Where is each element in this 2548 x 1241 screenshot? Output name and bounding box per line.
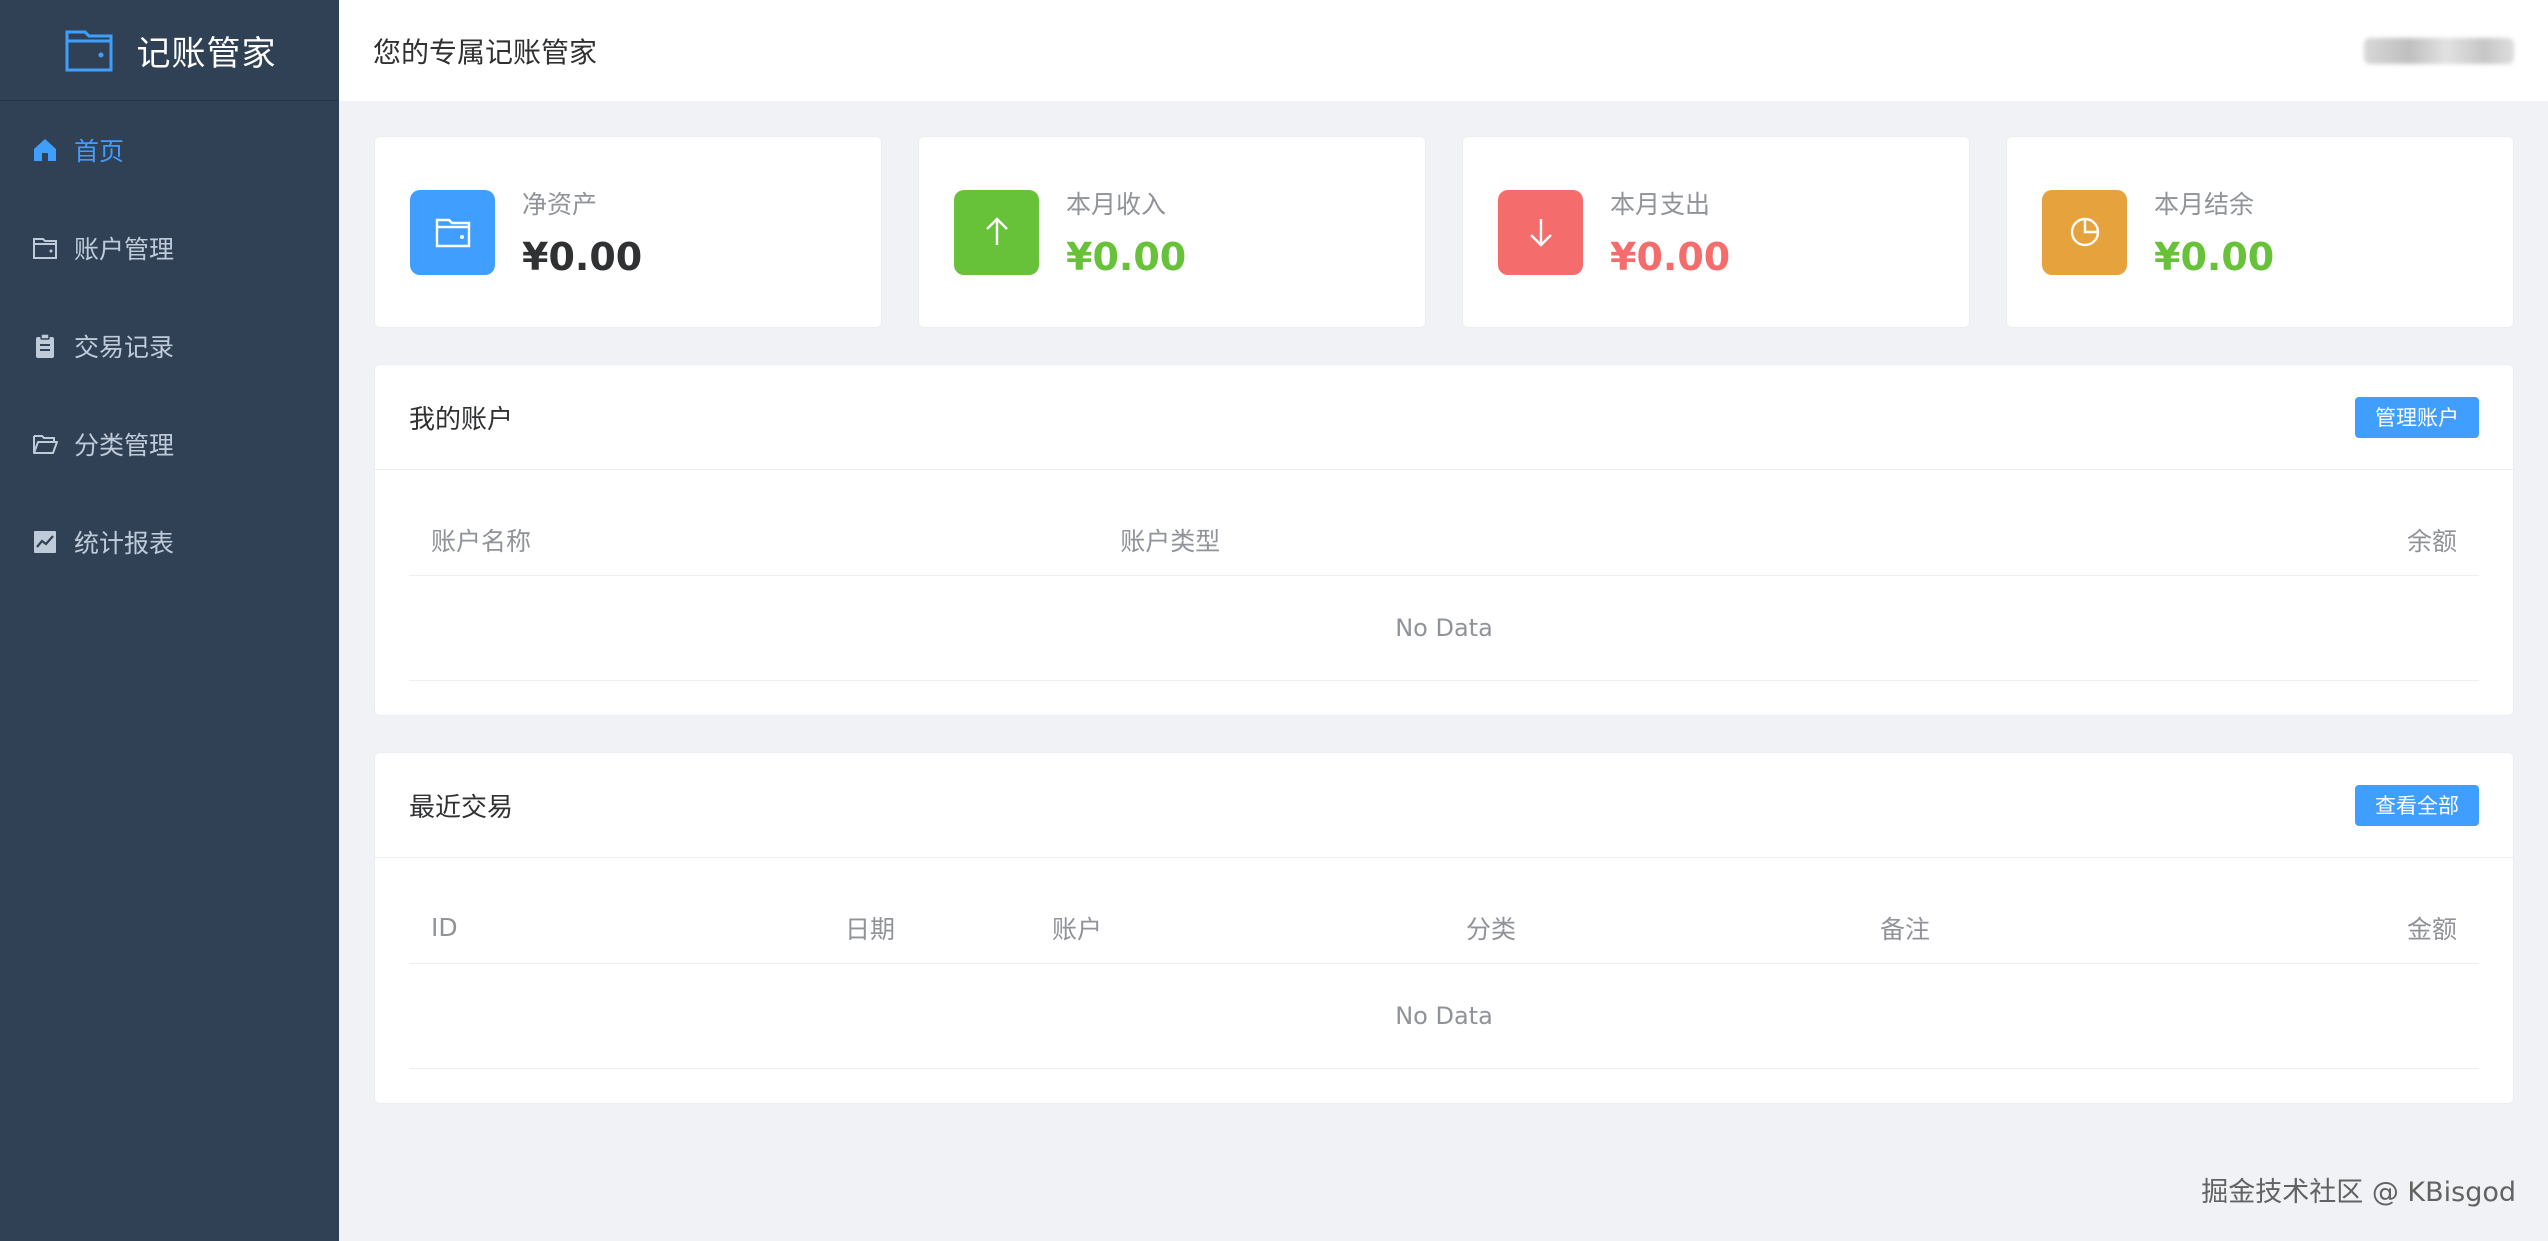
stat-label: 本月支出	[1610, 190, 1711, 219]
home-icon	[30, 135, 60, 165]
stat-label: 净资产	[522, 190, 598, 219]
column-header[interactable]: 金额	[2169, 910, 2480, 946]
transactions-table: ID 日期 账户 分类 备注 金额 No Data	[409, 892, 2479, 1069]
stat-value: ¥0.00	[1610, 235, 1731, 279]
sidebar-item-accounts[interactable]: 账户管理	[0, 199, 339, 297]
stat-value: ¥0.00	[1066, 235, 1187, 279]
stat-value: ¥0.00	[522, 235, 643, 279]
column-header[interactable]: ID	[409, 913, 823, 942]
stat-card-monthly-expense: 本月支出 ¥0.00	[1462, 136, 1970, 328]
wallet-logo-icon	[65, 30, 112, 72]
accounts-panel-title: 我的账户	[409, 404, 514, 435]
stat-card-monthly-balance: 本月结余 ¥0.00	[2006, 136, 2514, 328]
chart-icon	[30, 527, 60, 557]
column-header[interactable]: 日期	[823, 910, 1030, 946]
sidebar: 记账管家 首页 账户管理 交易记录 分类管理 统计报表	[0, 0, 339, 1241]
accounts-panel-header: 我的账户 管理账户	[375, 365, 2513, 470]
sidebar-item-categories[interactable]: 分类管理	[0, 395, 339, 493]
sidebar-item-reports[interactable]: 统计报表	[0, 493, 339, 591]
accounts-empty-text: No Data	[409, 576, 2479, 681]
column-header[interactable]: 备注	[1858, 910, 2169, 946]
accounts-table: 账户名称 账户类型 余额 No Data	[409, 504, 2479, 681]
column-header[interactable]: 账户	[1030, 910, 1444, 946]
page-title: 您的专属记账管家	[373, 35, 598, 69]
app-root: 记账管家 首页 账户管理 交易记录 分类管理 统计报表 您的专属记账管家 净资产…	[0, 0, 2548, 1241]
sidebar-item-label: 首页	[74, 137, 125, 166]
accounts-panel: 我的账户 管理账户 账户名称 账户类型 余额 No Data	[374, 364, 2514, 716]
sidebar-item-label: 账户管理	[74, 235, 175, 264]
stat-card-monthly-income: 本月收入 ¥0.00	[918, 136, 1426, 328]
transactions-empty-text: No Data	[409, 964, 2479, 1069]
transactions-table-wrap: ID 日期 账户 分类 备注 金额 No Data	[375, 858, 2513, 1103]
transactions-table-header: ID 日期 账户 分类 备注 金额	[409, 892, 2479, 964]
column-header[interactable]: 分类	[1444, 910, 1858, 946]
stat-value: ¥0.00	[2154, 235, 2275, 279]
accounts-table-header: 账户名称 账户类型 余额	[409, 504, 2479, 576]
sidebar-item-home[interactable]: 首页	[0, 101, 339, 199]
user-info-blurred[interactable]	[2364, 37, 2514, 64]
sidebar-menu: 首页 账户管理 交易记录 分类管理 统计报表	[0, 101, 339, 591]
app-title: 记账管家	[136, 33, 277, 74]
stat-label: 本月结余	[2154, 190, 2255, 219]
stat-card-net-assets: 净资产 ¥0.00	[374, 136, 882, 328]
column-header[interactable]: 账户类型	[1098, 522, 1787, 558]
sidebar-item-label: 统计报表	[74, 529, 175, 558]
clipboard-icon	[30, 331, 60, 361]
transactions-panel-header: 最近交易 查看全部	[375, 753, 2513, 858]
view-all-button[interactable]: 查看全部	[2355, 784, 2479, 826]
wallet-icon	[30, 233, 60, 263]
stats-row: 净资产 ¥0.00 本月收入 ¥0.00 本月支出 ¥0.00 本月结余 ¥0.…	[374, 136, 2514, 328]
main-content: 净资产 ¥0.00 本月收入 ¥0.00 本月支出 ¥0.00 本月结余 ¥0.…	[374, 136, 2514, 1104]
transactions-panel-title: 最近交易	[409, 792, 514, 823]
sidebar-item-label: 分类管理	[74, 431, 175, 460]
transactions-panel: 最近交易 查看全部 ID 日期 账户 分类 备注 金额 No Data	[374, 752, 2514, 1104]
column-header[interactable]: 余额	[1788, 522, 2479, 558]
column-header[interactable]: 账户名称	[409, 522, 1098, 558]
manage-accounts-button[interactable]: 管理账户	[2355, 396, 2479, 438]
sidebar-item-transactions[interactable]: 交易记录	[0, 297, 339, 395]
pie-chart-icon	[2042, 189, 2127, 275]
arrow-down-icon	[1498, 189, 1583, 275]
top-header: 您的专属记账管家	[339, 0, 2548, 101]
logo[interactable]: 记账管家	[0, 0, 339, 101]
wallet-icon	[410, 189, 495, 275]
accounts-table-wrap: 账户名称 账户类型 余额 No Data	[375, 470, 2513, 715]
sidebar-item-label: 交易记录	[74, 333, 175, 362]
watermark: 掘金技术社区 @ KBisgod	[2201, 1177, 2516, 1208]
arrow-up-icon	[954, 189, 1039, 275]
folder-open-icon	[30, 429, 60, 459]
stat-label: 本月收入	[1066, 190, 1167, 219]
